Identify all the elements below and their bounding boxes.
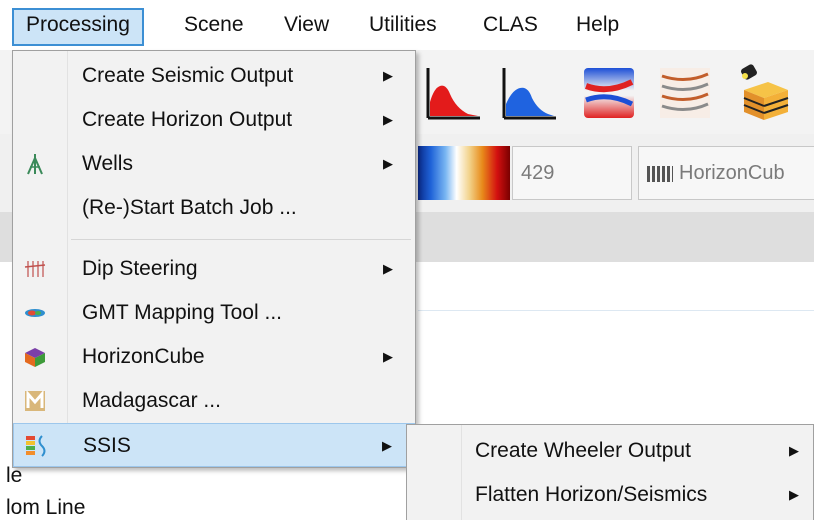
horizoncube-button-label: HorizonCub: [679, 162, 785, 184]
horizoncube-icon: [25, 348, 45, 367]
menu-item-label: (Re-)Start Batch Job ...: [82, 196, 297, 219]
menu-utilities[interactable]: Utilities: [357, 8, 449, 42]
menu-item-label: SSIS: [83, 434, 131, 457]
submenu-item-label: Create Wheeler Output: [475, 439, 691, 462]
menu-item-create-horizon-output[interactable]: Create Horizon Output ▶: [13, 98, 415, 142]
submenu-item-flatten-horizon-seismics[interactable]: Flatten Horizon/Seismics ▶: [407, 473, 813, 517]
menu-item-label: HorizonCube: [82, 345, 205, 368]
menu-item-horizoncube[interactable]: HorizonCube ▶: [13, 335, 415, 379]
menu-item-madagascar[interactable]: Madagascar ...: [13, 379, 415, 423]
submenu-arrow-icon: ▶: [789, 443, 799, 458]
menu-item-create-seismic-output[interactable]: Create Seismic Output ▶: [13, 54, 415, 98]
submenu-arrow-icon: ▶: [383, 68, 393, 83]
menu-view[interactable]: View: [272, 8, 341, 42]
menu-item-label: GMT Mapping Tool ...: [82, 301, 282, 324]
submenu-arrow-icon: ▶: [789, 487, 799, 502]
menu-bar: Processing Scene View Utilities CLAS Hel…: [0, 0, 814, 51]
colortable-bar[interactable]: [418, 146, 510, 200]
menu-processing[interactable]: Processing: [12, 8, 144, 46]
seismic-wiggle-icon[interactable]: [656, 64, 714, 122]
menu-item-label: Madagascar ...: [82, 389, 221, 412]
menu-item-dip-steering[interactable]: Dip Steering ▶: [13, 247, 415, 291]
divider: [418, 310, 814, 311]
well-icon: [27, 154, 43, 175]
seismic-color-icon[interactable]: [580, 64, 638, 122]
processing-menu: Create Seismic Output ▶ Create Horizon O…: [12, 50, 416, 468]
menu-item-label: Create Horizon Output: [82, 108, 293, 131]
menu-scene[interactable]: Scene: [172, 8, 256, 42]
submenu-arrow-icon: ▶: [382, 438, 392, 453]
menu-item-restart-batch-job[interactable]: (Re-)Start Batch Job ...: [13, 186, 415, 230]
menu-item-label: Create Seismic Output: [82, 64, 294, 87]
red-amplitude-icon[interactable]: [424, 64, 482, 122]
menu-item-ssis[interactable]: SSIS ▶: [13, 423, 415, 467]
tree-item-partial-line[interactable]: lom Line: [6, 496, 85, 520]
cube-lamp-icon[interactable]: [734, 64, 792, 122]
submenu-item-label: Flatten Horizon/Seismics: [475, 483, 708, 506]
horizoncube-button[interactable]: HorizonCub: [638, 146, 814, 200]
madagascar-icon: [25, 390, 45, 411]
horizoncube-bars-icon: [647, 166, 673, 182]
submenu-arrow-icon: ▶: [383, 156, 393, 171]
dip-steering-icon: [24, 261, 46, 277]
blue-amplitude-icon[interactable]: [500, 64, 558, 122]
menu-item-label: Dip Steering: [82, 257, 198, 280]
menu-item-label: Wells: [82, 152, 133, 175]
gmt-icon: [25, 309, 45, 317]
submenu-item-create-wheeler-output[interactable]: Create Wheeler Output ▶: [407, 429, 813, 473]
value-field[interactable]: 429: [512, 146, 632, 200]
menu-help[interactable]: Help: [564, 8, 631, 42]
menu-item-gmt-mapping-tool[interactable]: GMT Mapping Tool ...: [13, 291, 415, 335]
menu-separator: [71, 239, 411, 240]
submenu-arrow-icon: ▶: [383, 261, 393, 276]
menu-item-wells[interactable]: Wells ▶: [13, 142, 415, 186]
submenu-arrow-icon: ▶: [383, 349, 393, 364]
ssis-icon: [26, 435, 46, 457]
submenu-arrow-icon: ▶: [383, 112, 393, 127]
ssis-submenu: Create Wheeler Output ▶ Flatten Horizon/…: [406, 424, 814, 520]
menu-clas[interactable]: CLAS: [471, 8, 550, 42]
